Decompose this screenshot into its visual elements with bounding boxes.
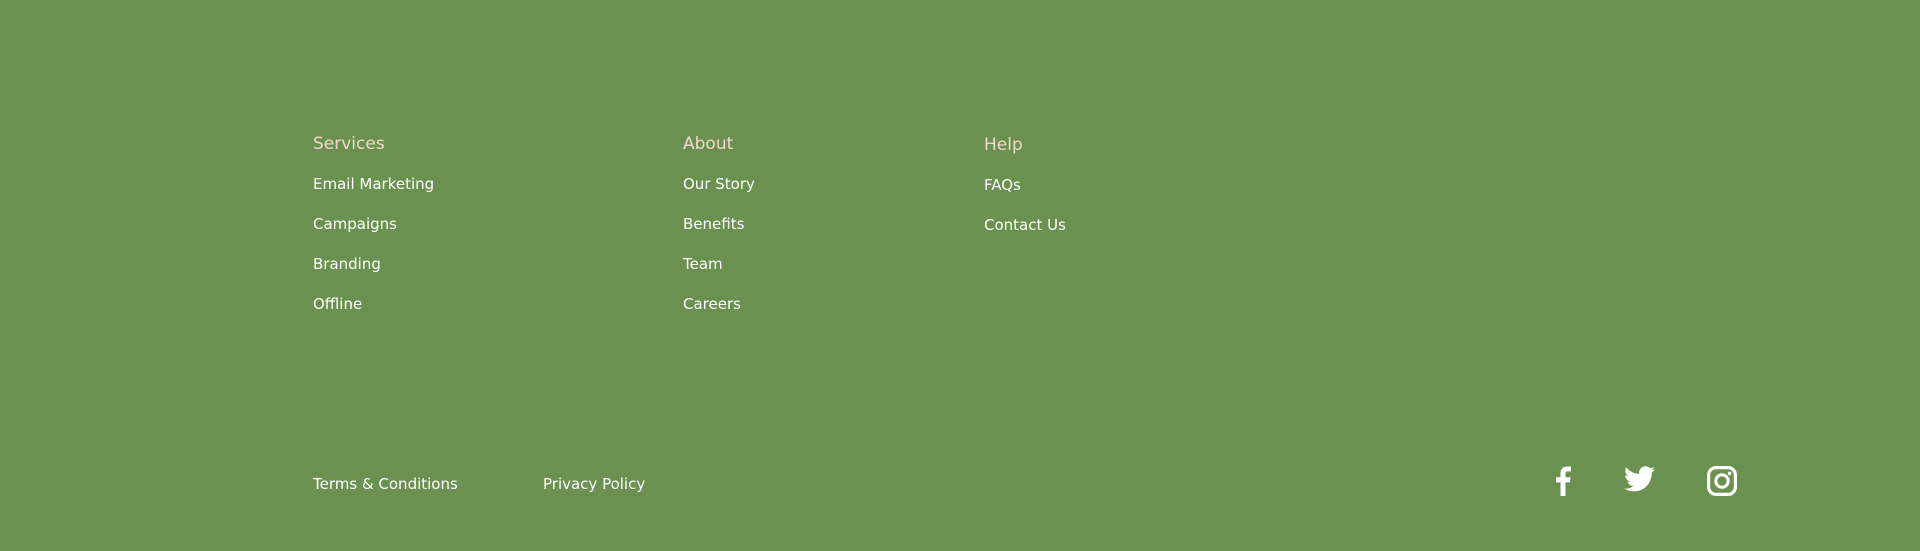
footer-link-email-marketing[interactable]: Email Marketing (313, 175, 434, 193)
footer-heading-about: About (683, 134, 734, 154)
footer-link-benefits[interactable]: Benefits (683, 215, 744, 233)
list-item: FAQs (984, 175, 1066, 215)
footer-links-services: Email Marketing Campaigns Branding Offli… (313, 174, 434, 334)
twitter-icon[interactable] (1624, 466, 1655, 492)
legal-terms: Terms & Conditions (313, 474, 458, 494)
footer-heading-services: Services (313, 134, 385, 154)
footer-link-careers[interactable]: Careers (683, 295, 741, 313)
list-item: Our Story (683, 174, 755, 214)
footer-link-campaigns[interactable]: Campaigns (313, 215, 397, 233)
list-item: Offline (313, 294, 434, 334)
list-item: Campaigns (313, 214, 434, 254)
footer-link-team[interactable]: Team (683, 255, 723, 273)
list-item: Benefits (683, 214, 755, 254)
list-item: Branding (313, 254, 434, 294)
footer-column-about: About Our Story Benefits Team Careers (683, 134, 755, 334)
footer-link-contact-us[interactable]: Contact Us (984, 216, 1066, 234)
list-item: Careers (683, 294, 755, 334)
footer-link-offline[interactable]: Offline (313, 295, 362, 313)
footer-column-help: Help FAQs Contact Us (984, 135, 1066, 255)
social-instagram (1707, 466, 1737, 496)
footer-links-help: FAQs Contact Us (984, 175, 1066, 255)
list-item: Email Marketing (313, 174, 434, 214)
footer-heading-help: Help (984, 135, 1023, 155)
list-item: Contact Us (984, 215, 1066, 255)
footer-link-faqs[interactable]: FAQs (984, 176, 1021, 194)
privacy-link[interactable]: Privacy Policy (543, 475, 645, 493)
terms-link[interactable]: Terms & Conditions (313, 475, 458, 493)
social-twitter (1624, 466, 1655, 492)
list-item: Team (683, 254, 755, 294)
footer-column-services: Services Email Marketing Campaigns Brand… (313, 134, 434, 334)
footer-link-our-story[interactable]: Our Story (683, 175, 755, 193)
social-facebook (1555, 466, 1571, 496)
footer-links-about: Our Story Benefits Team Careers (683, 174, 755, 334)
footer-link-branding[interactable]: Branding (313, 255, 381, 273)
site-footer: Services Email Marketing Campaigns Brand… (0, 0, 1920, 551)
instagram-icon[interactable] (1707, 466, 1737, 496)
facebook-icon[interactable] (1555, 466, 1571, 496)
legal-privacy: Privacy Policy (543, 474, 645, 494)
